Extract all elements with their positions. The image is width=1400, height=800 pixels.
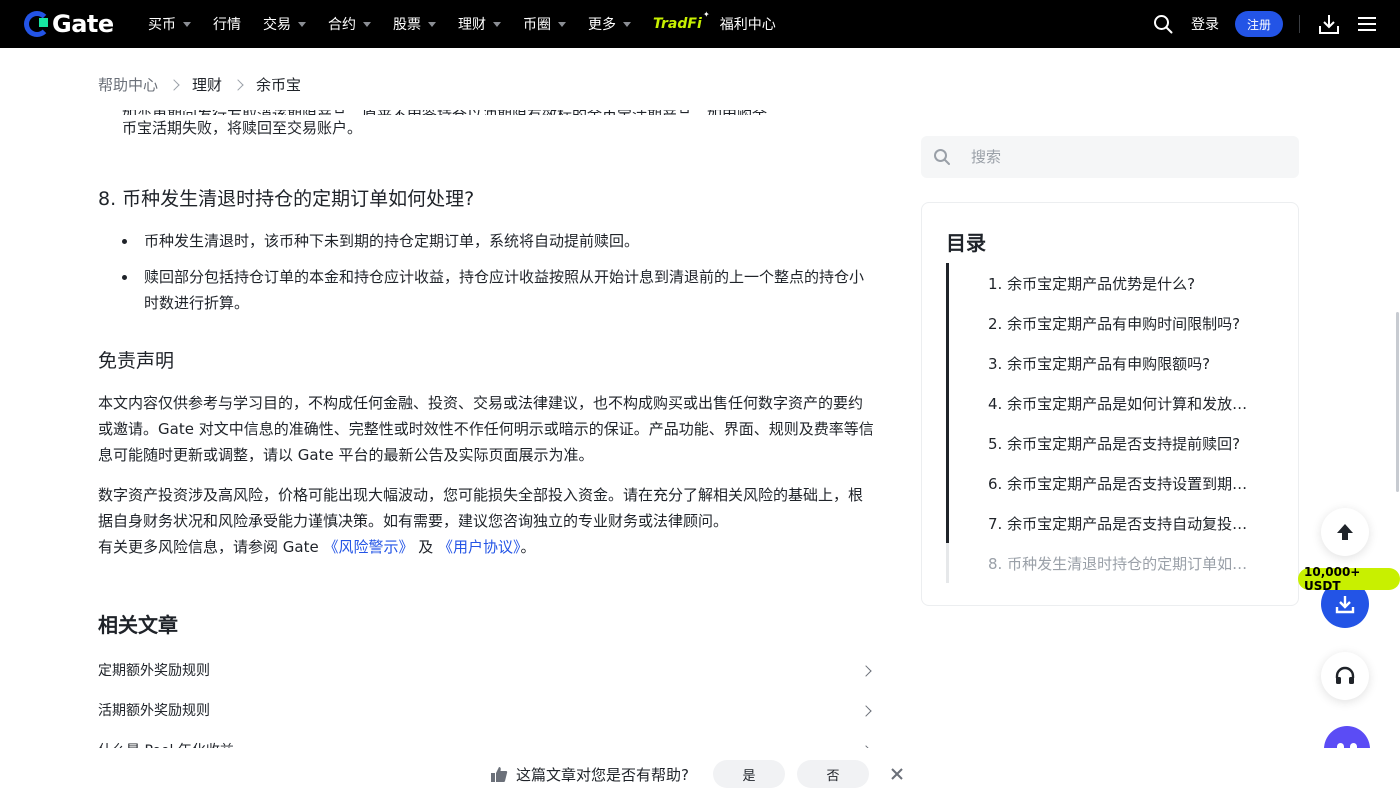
toc-item-active[interactable]: 8. 币种发生清退时持仓的定期订单如何处理? <box>988 553 1258 574</box>
disclaimer-paragraph-1: 本文内容仅供参考与学习目的，不构成任何金融、投资、交易或法律建议，也不构成购买或… <box>98 394 874 464</box>
search-input[interactable] <box>971 148 1271 166</box>
search-icon[interactable] <box>1153 14 1173 34</box>
top-nav: Gate 买币 行情 交易 合约 股票 理财 币圈 更多 TradFi 福利中心… <box>0 0 1400 48</box>
section-8-title: 8. 币种发生清退时持仓的定期订单如何处理? <box>98 188 475 210</box>
clipped-line-2: 币宝活期失败，将赎回至交易账户。 <box>122 119 363 137</box>
thumbs-up-icon <box>491 767 508 782</box>
caret-down-icon <box>183 21 191 27</box>
nav-item-label: 买币 <box>148 17 176 33</box>
nav-item-trade[interactable]: 交易 <box>263 14 306 34</box>
nav-item-markets[interactable]: 行情 <box>213 14 241 34</box>
toc-progress-track <box>946 543 949 583</box>
feedback-no-button[interactable]: 否 <box>796 760 869 788</box>
nav-item-futures[interactable]: 合约 <box>328 14 371 34</box>
toc-item[interactable]: 7. 余币宝定期产品是否支持自动复投收益? <box>988 513 1258 534</box>
toc-item[interactable]: 4. 余币宝定期产品是如何计算和发放收益的? <box>988 393 1258 414</box>
caret-down-icon <box>298 21 306 27</box>
nav-item-tradfi[interactable]: TradFi <box>653 10 709 32</box>
nav-item-crypto-circle[interactable]: 币圈 <box>523 14 566 34</box>
sidebar-search <box>921 136 1299 178</box>
nav-item-buy[interactable]: 买币 <box>148 14 191 34</box>
feedback-bar: 这篇文章对您是否有帮助? 是 否 <box>0 748 1400 800</box>
section-8-list: 币种发生清退时，该币种下未到期的持仓定期订单，系统将自动提前赎回。 赎回部分包括… <box>122 228 874 326</box>
headset-icon <box>1335 666 1355 684</box>
breadcrumb-help-center[interactable]: 帮助中心 <box>98 74 158 95</box>
risk-warning-link[interactable]: 《风险警示》 <box>323 538 413 556</box>
scrollbar[interactable] <box>1396 312 1399 492</box>
hamburger-menu-icon[interactable] <box>1358 16 1376 32</box>
nav-right: 登录 注册 <box>1153 0 1376 48</box>
table-of-contents: 目录 1. 余币宝定期产品优势是什么? 2. 余币宝定期产品有申购时间限制吗? … <box>921 202 1299 606</box>
caret-down-icon <box>363 21 371 27</box>
related-article-row[interactable]: 活期额外奖励规则 <box>98 699 874 723</box>
toc-item[interactable]: 5. 余币宝定期产品是否支持提前赎回? <box>988 433 1258 454</box>
search-icon <box>934 149 950 165</box>
reward-badge[interactable]: 10,000+ USDT <box>1298 565 1400 593</box>
related-article-label: 定期额外奖励规则 <box>98 663 210 679</box>
feedback-content: 这篇文章对您是否有帮助? 是 否 <box>490 760 905 788</box>
nav-item-label: 交易 <box>263 17 291 33</box>
toc-progress-bar <box>946 263 949 543</box>
logo-text: Gate <box>52 10 114 38</box>
nav-item-benefits[interactable]: 福利中心 <box>720 14 776 34</box>
list-item: 赎回部分包括持仓订单的本金和持仓应计收益，持仓应计收益按照从开始计息到清退前的上… <box>122 264 874 316</box>
toc-item[interactable]: 6. 余币宝定期产品是否支持设置到期自动续投? <box>988 473 1258 494</box>
breadcrumb-earn[interactable]: 理财 <box>192 74 222 95</box>
risk-prefix: 有关更多风险信息，请参阅 Gate <box>98 538 324 556</box>
caret-down-icon <box>558 21 566 27</box>
breadcrumb: 帮助中心 理财 余币宝 <box>98 74 301 95</box>
nav-item-label: 币圈 <box>523 17 551 33</box>
toc-title: 目录 <box>946 231 986 255</box>
nav-menu: 买币 行情 交易 合约 股票 理财 币圈 更多 TradFi 福利中心 <box>148 0 798 48</box>
disclaimer-paragraph-2: 数字资产投资涉及高风险，价格可能出现大幅波动，您可能损失全部投入资金。请在充分了… <box>98 486 864 530</box>
related-article-label: 活期额外奖励规则 <box>98 703 210 719</box>
feedback-yes-button[interactable]: 是 <box>712 760 785 788</box>
download-icon[interactable] <box>1318 13 1340 35</box>
nav-item-label: 股票 <box>393 17 421 33</box>
download-icon <box>1335 596 1355 614</box>
back-to-top-button[interactable] <box>1321 508 1369 556</box>
chevron-right-icon <box>168 78 180 91</box>
nav-item-label: 合约 <box>328 17 356 33</box>
arrow-up-icon <box>1337 524 1353 540</box>
signup-button[interactable]: 注册 <box>1234 11 1283 37</box>
nav-item-label: 行情 <box>213 17 241 33</box>
chevron-right-icon <box>860 705 872 717</box>
related-articles-title: 相关文章 <box>98 613 178 637</box>
disclaimer-title: 免责声明 <box>98 350 175 372</box>
user-agreement-link[interactable]: 《用户协议》 <box>438 538 521 556</box>
risk-info-line: 有关更多风险信息，请参阅 Gate 《风险警示》 及 《用户协议》。 <box>98 534 874 560</box>
gate-logo-icon <box>24 11 50 37</box>
breadcrumb-current: 余币宝 <box>256 76 302 94</box>
caret-down-icon <box>623 21 631 27</box>
toc-item[interactable]: 3. 余币宝定期产品有申购限额吗? <box>988 353 1258 374</box>
caret-down-icon <box>493 21 501 27</box>
list-item: 币种发生清退时，该币种下未到期的持仓定期订单，系统将自动提前赎回。 <box>122 228 874 254</box>
risk-and: 及 <box>413 538 439 556</box>
toc-item[interactable]: 2. 余币宝定期产品有申购时间限制吗? <box>988 313 1258 334</box>
nav-item-earn[interactable]: 理财 <box>458 14 501 34</box>
chevron-right-icon <box>860 665 872 677</box>
feedback-question: 这篇文章对您是否有帮助? <box>516 765 689 784</box>
nav-item-more[interactable]: 更多 <box>588 14 631 34</box>
related-article-row[interactable]: 定期额外奖励规则 <box>98 659 874 683</box>
caret-down-icon <box>428 21 436 27</box>
customer-support-button[interactable] <box>1321 652 1369 700</box>
nav-divider <box>1299 15 1300 33</box>
toc-item[interactable]: 1. 余币宝定期产品优势是什么? <box>988 273 1258 294</box>
login-link[interactable]: 登录 <box>1191 14 1219 34</box>
gate-logo[interactable]: Gate <box>24 10 114 38</box>
close-icon[interactable] <box>889 766 905 782</box>
nav-item-label: 理财 <box>458 17 486 33</box>
chevron-right-icon <box>232 78 244 91</box>
nav-item-label: 福利中心 <box>719 17 776 33</box>
risk-suffix: 。 <box>520 538 536 556</box>
nav-item-label: 更多 <box>588 17 616 33</box>
nav-item-stocks[interactable]: 股票 <box>393 14 436 34</box>
